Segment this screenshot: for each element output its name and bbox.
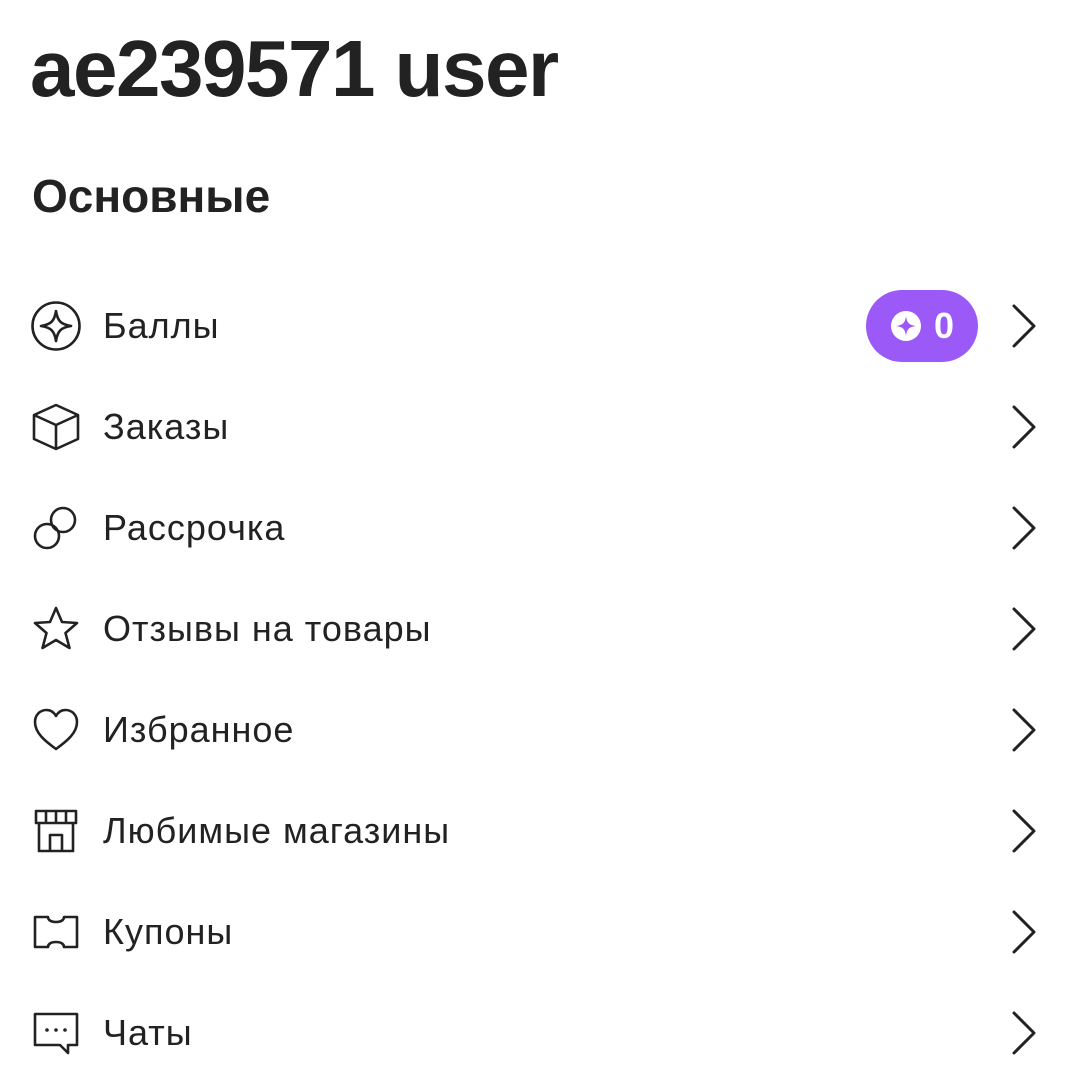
menu-item-label: Рассрочка [103,506,286,548]
chevron-right-icon [1004,300,1044,352]
points-badge[interactable]: 0 [866,289,978,362]
chat-icon [30,1007,82,1059]
menu-item-label: Купоны [103,910,234,952]
menu-item-chats[interactable]: Чаты [0,982,1080,1083]
chevron-right-icon [1004,1007,1044,1059]
menu-item-favorites[interactable]: Избранное [0,679,1080,780]
menu-item-label: Чаты [103,1011,193,1053]
chevron-right-icon [1004,401,1044,453]
box-icon [30,401,82,453]
menu-item-coupons[interactable]: Купоны [0,881,1080,982]
store-icon [30,805,82,857]
menu-item-reviews[interactable]: Отзывы на товары [0,578,1080,679]
profile-username: ae239571 user [30,24,559,113]
sparkle-icon [890,310,922,342]
sparkle-circle-icon [30,300,82,352]
menu-item-orders[interactable]: Заказы [0,376,1080,477]
chevron-right-icon [1004,603,1044,655]
menu-item-installments[interactable]: Рассрочка [0,477,1080,578]
menu-item-label: Избранное [103,708,295,750]
menu-item-label: Любимые магазины [103,809,451,851]
coupon-icon [30,906,82,958]
menu-item-label: Заказы [103,405,230,447]
menu-item-label: Отзывы на товары [103,607,432,649]
star-icon [30,603,82,655]
chevron-right-icon [1004,704,1044,756]
points-value: 0 [933,304,955,346]
main-menu: Баллы 0 Заказы Рассрочка Отзывы на товар… [0,275,1080,1083]
heart-icon [30,704,82,756]
chevron-right-icon [1004,906,1044,958]
section-title: Основные [32,170,271,222]
installments-circles-icon [30,502,82,554]
menu-item-favorite-stores[interactable]: Любимые магазины [0,780,1080,881]
menu-item-label: Баллы [103,304,220,346]
chevron-right-icon [1004,502,1044,554]
chevron-right-icon [1004,805,1044,857]
menu-item-points[interactable]: Баллы 0 [0,275,1080,376]
